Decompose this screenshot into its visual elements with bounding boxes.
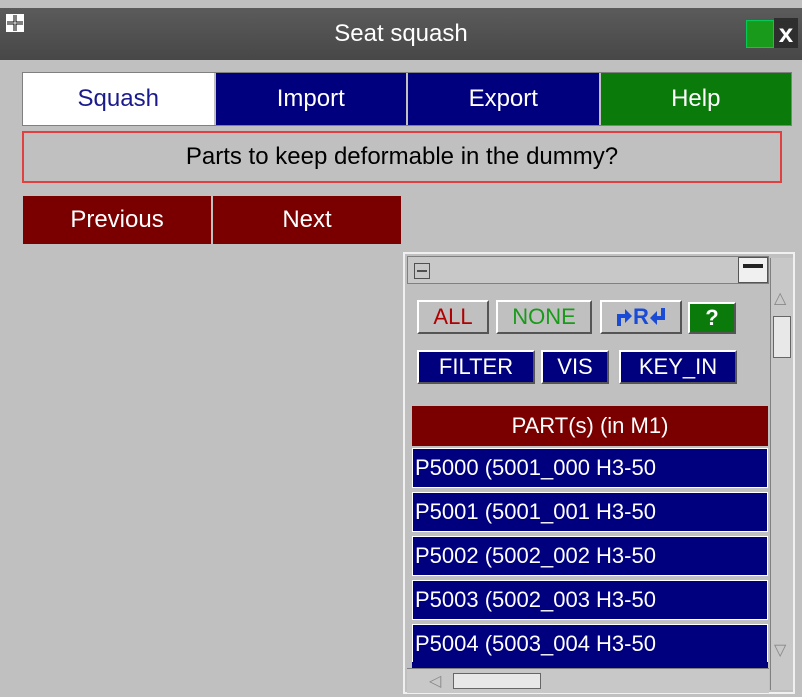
- list-item[interactable]: P5001 (5001_001 H3-50: [412, 492, 768, 532]
- close-button[interactable]: x: [774, 18, 798, 48]
- scroll-up-icon[interactable]: △: [774, 288, 786, 308]
- select-none-button[interactable]: NONE: [496, 300, 592, 334]
- part-list: P5000 (5001_000 H3-50 P5001 (5001_001 H3…: [412, 448, 768, 668]
- collapse-icon[interactable]: [414, 263, 430, 279]
- part-list-header[interactable]: PART(s) (in M1): [412, 406, 768, 446]
- horizontal-scrollbar[interactable]: ◁: [407, 668, 769, 693]
- horizontal-scroll-thumb[interactable]: [453, 673, 541, 689]
- scroll-down-icon[interactable]: ▽: [774, 640, 786, 660]
- window-title: Seat squash: [334, 20, 468, 47]
- list-item[interactable]: P5002 (5002_002 H3-50: [412, 536, 768, 576]
- select-all-button[interactable]: ALL: [417, 300, 489, 334]
- maximize-button[interactable]: [738, 257, 768, 283]
- tab-import[interactable]: Import: [215, 73, 408, 125]
- previous-button[interactable]: Previous: [22, 195, 212, 245]
- vis-button[interactable]: VIS: [541, 350, 609, 384]
- title-bar[interactable]: Seat squash x: [0, 8, 802, 60]
- reverse-label: R: [633, 304, 649, 329]
- reverse-selection-button[interactable]: R: [600, 300, 682, 334]
- list-item[interactable]: P5004 (5003_004 H3-50: [412, 624, 768, 664]
- vertical-scroll-thumb[interactable]: [773, 316, 791, 358]
- help-question-button[interactable]: ?: [688, 302, 736, 334]
- vertical-scrollbar[interactable]: △ ▽: [770, 258, 793, 690]
- tab-bar: Squash Import Export Help: [22, 72, 792, 126]
- list-item[interactable]: P5003 (5002_003 H3-50: [412, 580, 768, 620]
- key-in-button[interactable]: KEY_IN: [619, 350, 737, 384]
- prompt-text: Parts to keep deformable in the dummy?: [22, 131, 782, 183]
- collapse-bar[interactable]: [407, 256, 769, 284]
- reverse-arrow-left-icon: [617, 309, 633, 326]
- tab-help[interactable]: Help: [600, 73, 791, 125]
- list-item[interactable]: P5000 (5001_000 H3-50: [412, 448, 768, 488]
- reverse-arrow-right-icon: [649, 308, 665, 325]
- green-status-icon[interactable]: [746, 20, 774, 48]
- scroll-left-icon[interactable]: ◁: [429, 671, 441, 691]
- tab-squash[interactable]: Squash: [23, 73, 216, 125]
- next-button[interactable]: Next: [212, 195, 402, 245]
- seat-squash-window: Seat squash x Squash Import Export Help …: [0, 0, 802, 697]
- filter-button[interactable]: FILTER: [417, 350, 535, 384]
- tab-export[interactable]: Export: [408, 73, 601, 125]
